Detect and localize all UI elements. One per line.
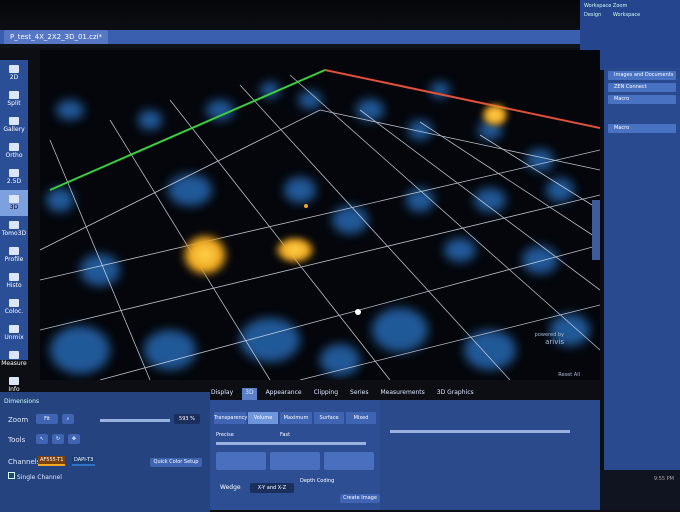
tool-gallery[interactable]: Gallery [0,112,28,138]
preset-button-3[interactable] [324,452,374,470]
zen-connect-button[interactable]: ZEN Connect [608,83,676,92]
tab-clipping[interactable]: Clipping [311,388,341,400]
document-tab[interactable]: P_test_4X_2X2_3D_01.czi* [4,30,109,44]
2-5d-icon [9,169,19,177]
wedge-dropdown[interactable]: X-Y and X-Z [250,483,294,493]
2d-icon [9,65,19,73]
right-tool-panel: Images and Documents ZEN Connect Macro M… [604,68,680,488]
unmix-icon [9,325,19,333]
tab-3d-graphics[interactable]: 3D Graphics [434,388,477,400]
3d-render [40,50,600,380]
tool-split[interactable]: Split [0,86,28,112]
zoom-value[interactable]: 593 % [174,414,200,424]
tool-coloc[interactable]: Coloc. [0,294,28,320]
pointer-icon: ↖ [39,436,45,442]
tool-tomo3d[interactable]: Tomo3D [0,216,28,242]
clock: 9:55 PM [653,476,674,482]
zoom-in-button[interactable]: ⌕ [62,414,74,424]
split-icon [9,91,19,99]
3d-viewport[interactable]: powered by arivis Reset All [40,50,600,380]
tool-measure[interactable]: Measure [0,346,28,372]
depth-coding-label: Depth Coding [300,478,335,484]
rotate-icon: ↻ [55,436,61,442]
info-icon [9,377,19,385]
channels-label: Channels [8,458,41,466]
single-channel-row[interactable]: Single Channel [8,472,62,481]
preset-button-1[interactable] [216,452,266,470]
fast-label: Fast [280,432,291,438]
view-tabs: Display 3D Appearance Clipping Series Me… [208,388,588,400]
pointer-tool-button[interactable]: ↖ [36,434,48,444]
tab-display[interactable]: Display [208,388,236,400]
channel-dapi[interactable]: DAPI-T3 [72,456,96,466]
tomo3d-icon [9,221,19,229]
tool-ortho[interactable]: Ortho [0,138,28,164]
design-row[interactable]: Design Workspace [584,12,676,18]
workspace-value: Workspace [612,12,641,18]
tab-3d[interactable]: 3D [242,388,257,400]
mixed-button[interactable]: Mixed [346,412,376,424]
tab-measurements[interactable]: Measurements [377,388,427,400]
fit-button[interactable]: Fit [36,414,58,424]
viewport-scrollbar[interactable] [592,200,600,260]
magnifier-icon: ⌕ [66,416,70,422]
macro-button[interactable]: Macro [608,124,676,133]
3d-icon [9,195,19,203]
measure-icon [9,351,19,359]
tool-2d[interactable]: 2D [0,60,28,86]
pan-tool-button[interactable]: ✥ [68,434,80,444]
macro-menu-button[interactable]: Macro [608,95,676,104]
arivis-logo: powered by arivis [534,332,564,346]
render-options-panel: Depth Coding Create Image [300,400,600,510]
tab-appearance[interactable]: Appearance [263,388,305,400]
document-titlebar: P_test_4X_2X2_3D_01.czi* [0,30,600,44]
colocalization-icon [9,299,19,307]
dimensions-panel: Dimensions Zoom Fit ⌕ 593 % Tools ↖ ↻ ✥ … [0,392,210,512]
dimensions-label: Dimensions [4,398,40,405]
tool-2-5d[interactable]: 2.5D [0,164,28,190]
design-label: Design [584,12,602,18]
surface-button[interactable]: Surface [314,412,344,424]
reset-all-button[interactable]: Reset All [558,372,580,378]
volume-button[interactable]: Volume [248,412,278,424]
preset-button-2[interactable] [270,452,320,470]
transparency-button[interactable]: Transparency [214,412,247,424]
single-channel-checkbox[interactable] [8,472,15,479]
channel-af555[interactable]: AF555-T1 [38,456,66,466]
view-toolbar: 2D Split Gallery Ortho 2.5D 3D Tomo3D Pr… [0,60,28,393]
profile-icon [9,247,19,255]
pan-icon: ✥ [71,436,77,442]
depth-slider[interactable] [390,430,570,433]
tab-series[interactable]: Series [347,388,371,400]
histogram-icon [9,273,19,281]
tool-histo[interactable]: Histo [0,268,28,294]
ortho-icon [9,143,19,151]
tools-label: Tools [8,436,26,444]
rotate-tool-button[interactable]: ↻ [52,434,64,444]
quality-slider[interactable] [216,442,366,445]
tool-profile[interactable]: Profile [0,242,28,268]
zoom-label: Zoom [8,416,29,424]
system-taskbar: 9:55 PM [600,470,680,510]
images-and-documents-button[interactable]: Images and Documents [608,71,676,80]
wedge-label: Wedge [220,484,241,491]
tool-3d[interactable]: 3D [0,190,28,216]
zoom-slider[interactable] [100,419,170,422]
precise-label: Precise [216,432,234,438]
tool-unmix[interactable]: Unmix [0,320,28,346]
create-image-button[interactable]: Create Image [340,494,380,503]
quick-color-setup-button[interactable]: Quick Color Setup [150,458,202,467]
single-channel-label: Single Channel [16,474,62,481]
maximum-button[interactable]: Maximum [280,412,312,424]
gallery-icon [9,117,19,125]
workspace-zoom-label: Workspace Zoom [584,3,628,9]
